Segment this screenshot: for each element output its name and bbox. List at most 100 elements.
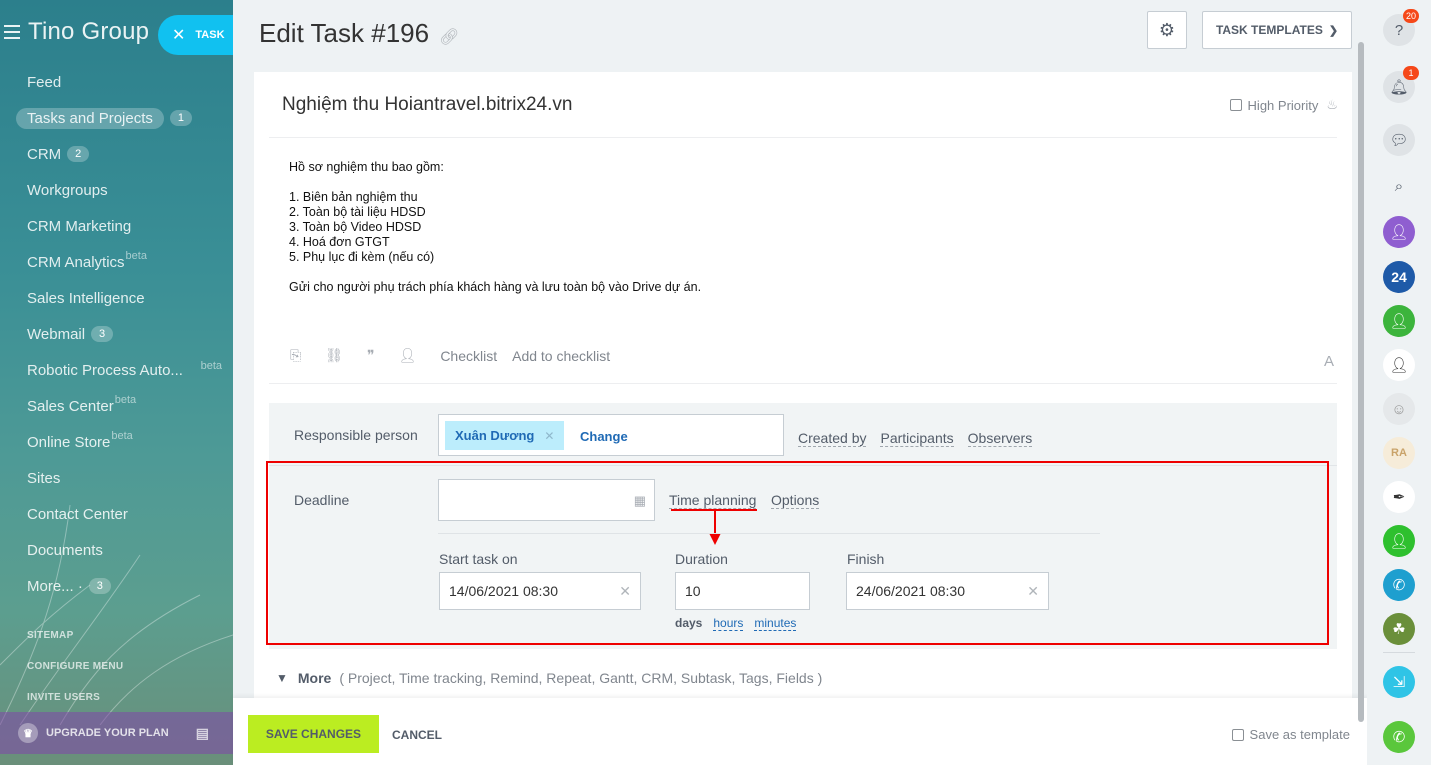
avatar-icon[interactable]: 👤︎ bbox=[1383, 216, 1415, 248]
bitrix24-icon[interactable]: 24 bbox=[1383, 261, 1415, 293]
sidebar-item-sales-center[interactable]: Sales Center beta bbox=[16, 388, 226, 424]
more-options-toggle[interactable]: ▼ More ( Project, Time tracking, Remind,… bbox=[276, 670, 822, 686]
description-closing: Gửi cho người phụ trách phía khách hàng … bbox=[289, 280, 702, 294]
description-item: 4. Hoá đơn GTGT bbox=[289, 235, 390, 249]
search-icon[interactable]: ⌕ bbox=[1383, 170, 1415, 202]
clear-icon[interactable]: ✕ bbox=[1027, 583, 1039, 600]
add-to-checklist-button[interactable]: Add to checklist bbox=[512, 348, 610, 364]
link-icon[interactable]: ⛓ bbox=[325, 347, 343, 364]
observers-link[interactable]: Observers bbox=[967, 430, 1033, 447]
sidebar-item-tasks[interactable]: Tasks and Projects 1 bbox=[16, 100, 226, 136]
save-as-template-toggle[interactable]: Save as template bbox=[1231, 727, 1350, 742]
time-planning-link[interactable]: Time planning bbox=[669, 492, 757, 509]
scrollbar[interactable] bbox=[1358, 42, 1364, 722]
count-badge: 3 bbox=[88, 578, 111, 594]
divider bbox=[269, 383, 1337, 384]
task-title-input[interactable]: Nghiệm thu Hoiantravel.bitrix24.vn bbox=[269, 72, 1337, 138]
brand: Tino Group bbox=[0, 16, 149, 48]
sidebar-item-sales-intelligence[interactable]: Sales Intelligence bbox=[16, 280, 226, 316]
finish-input[interactable]: 24/06/2021 08:30 ✕ bbox=[846, 572, 1049, 610]
count-badge: 2 bbox=[67, 146, 90, 162]
sidebar-item-sites[interactable]: Sites bbox=[16, 460, 226, 496]
attach-file-icon[interactable]: ⎘ bbox=[290, 347, 301, 364]
avatar-icon[interactable]: ☺ bbox=[1383, 393, 1415, 425]
left-sidebar: Tino Group ✕ TASK Feed Tasks and Project… bbox=[0, 0, 233, 765]
sidebar-item-crm-marketing[interactable]: CRM Marketing bbox=[16, 208, 226, 244]
beta-badge: beta bbox=[125, 250, 147, 262]
chat-icon[interactable]: 💬︎ bbox=[1383, 124, 1415, 156]
unit-minutes[interactable]: minutes bbox=[754, 616, 797, 631]
beta-badge: beta bbox=[111, 430, 133, 442]
upgrade-plan-button[interactable]: ♛ UPGRADE YOUR PLAN ▤ bbox=[0, 712, 233, 754]
save-changes-button[interactable]: SAVE CHANGES bbox=[248, 715, 379, 753]
mention-user-icon[interactable]: 👤︎ bbox=[399, 347, 417, 364]
sidebar-item-crm-analytics[interactable]: CRM Analytics beta bbox=[16, 244, 226, 280]
unit-days[interactable]: days bbox=[675, 616, 702, 631]
change-responsible-link[interactable]: Change bbox=[580, 429, 628, 444]
options-link[interactable]: Options bbox=[771, 492, 820, 509]
more-options-list: ( Project, Time tracking, Remind, Repeat… bbox=[339, 670, 823, 686]
settings-button[interactable]: ⚙ bbox=[1147, 11, 1187, 49]
contact-center-icon[interactable]: ⇲ bbox=[1383, 666, 1415, 698]
text-format-button[interactable]: A bbox=[1324, 353, 1334, 370]
flame-icon: ♨ bbox=[1326, 97, 1338, 112]
quote-icon[interactable]: ❞ bbox=[367, 347, 375, 364]
description-intro: Hồ sơ nghiệm thu bao gồm: bbox=[289, 160, 444, 174]
start-task-input[interactable]: 14/06/2021 08:30 ✕ bbox=[439, 572, 641, 610]
invite-users-link[interactable]: INVITE USERS bbox=[27, 692, 100, 703]
task-description-editor[interactable]: Hồ sơ nghiệm thu bao gồm: 1. Biên bản ng… bbox=[289, 160, 701, 295]
sidebar-item-documents[interactable]: Documents bbox=[16, 532, 226, 568]
phone-icon[interactable]: ✆ bbox=[1383, 569, 1415, 601]
configure-menu-link[interactable]: CONFIGURE MENU bbox=[27, 661, 123, 672]
sidebar-item-more[interactable]: More... · 3 bbox=[16, 568, 226, 604]
hamburger-menu-icon[interactable] bbox=[4, 25, 22, 39]
task-templates-button[interactable]: TASK TEMPLATES ❯ bbox=[1202, 11, 1352, 49]
editor-toolbar: ⎘ ⛓ ❞ 👤︎ Checklist Add to checklist bbox=[290, 347, 625, 364]
avatar-icon[interactable]: 👤︎ bbox=[1383, 525, 1415, 557]
gear-icon: ⚙ bbox=[1158, 19, 1176, 40]
avatar-icon[interactable]: ✒ bbox=[1383, 481, 1415, 513]
sidebar-item-crm[interactable]: CRM 2 bbox=[16, 136, 226, 172]
checklist-button[interactable]: Checklist bbox=[440, 348, 497, 364]
beta-badge: beta bbox=[200, 360, 222, 372]
avatar-icon[interactable]: RA bbox=[1383, 437, 1415, 469]
unit-hours[interactable]: hours bbox=[713, 616, 744, 631]
page-title: Edit Task #196 🔗︎ bbox=[259, 18, 460, 48]
duration-input[interactable]: 10 bbox=[675, 572, 810, 610]
sidebar-item-rpa[interactable]: Robotic Process Auto... beta bbox=[16, 352, 226, 388]
link-icon[interactable]: 🔗︎ bbox=[439, 29, 459, 46]
clear-icon[interactable]: ✕ bbox=[619, 583, 631, 600]
sitemap-link[interactable]: SITEMAP bbox=[27, 630, 74, 641]
close-task-slider-button[interactable]: ✕ TASK bbox=[158, 15, 233, 55]
sidebar-item-workgroups[interactable]: Workgroups bbox=[16, 172, 226, 208]
remove-icon[interactable]: ✕ bbox=[544, 429, 554, 443]
deadline-input[interactable]: ▦ bbox=[438, 479, 655, 521]
participants-link[interactable]: Participants bbox=[880, 430, 954, 447]
high-priority-checkbox[interactable] bbox=[1229, 99, 1242, 111]
call-icon[interactable]: ✆ bbox=[1383, 721, 1415, 753]
cancel-button[interactable]: CANCEL bbox=[392, 728, 442, 742]
task-pill-label: TASK bbox=[195, 29, 225, 41]
avatar-icon[interactable]: 👤︎ bbox=[1383, 305, 1415, 337]
avatar-icon[interactable]: ☘ bbox=[1383, 613, 1415, 645]
sidebar-item-online-store[interactable]: Online Store beta bbox=[16, 424, 226, 460]
high-priority-toggle[interactable]: High Priority ♨ bbox=[1229, 97, 1338, 113]
brand-name[interactable]: Tino Group bbox=[28, 18, 149, 46]
divider bbox=[269, 465, 1337, 466]
bell-icon[interactable]: 🔔︎ 1 bbox=[1383, 66, 1419, 103]
printer-icon[interactable]: ▤ bbox=[196, 725, 209, 742]
help-icon[interactable]: ? 20 bbox=[1383, 9, 1419, 46]
sidebar-item-webmail[interactable]: Webmail 3 bbox=[16, 316, 226, 352]
responsible-person-field[interactable]: Xuân Dương ✕ Change bbox=[438, 414, 784, 456]
avatar-icon[interactable]: 👤︎ bbox=[1383, 349, 1415, 381]
responsible-person-tag[interactable]: Xuân Dương ✕ bbox=[445, 421, 565, 450]
calendar-icon[interactable]: ▦ bbox=[634, 493, 646, 509]
help-badge: 20 bbox=[1402, 9, 1419, 23]
sidebar-item-contact-center[interactable]: Contact Center bbox=[16, 496, 226, 532]
created-by-link[interactable]: Created by bbox=[798, 430, 867, 447]
sidebar-item-feed[interactable]: Feed bbox=[16, 64, 226, 100]
save-as-template-checkbox[interactable] bbox=[1231, 728, 1244, 741]
description-item: 5. Phụ lục đi kèm (nếu có) bbox=[289, 250, 435, 264]
footer-bar: SAVE CHANGES CANCEL Save as template bbox=[233, 698, 1367, 765]
start-task-label: Start task on bbox=[439, 551, 518, 567]
